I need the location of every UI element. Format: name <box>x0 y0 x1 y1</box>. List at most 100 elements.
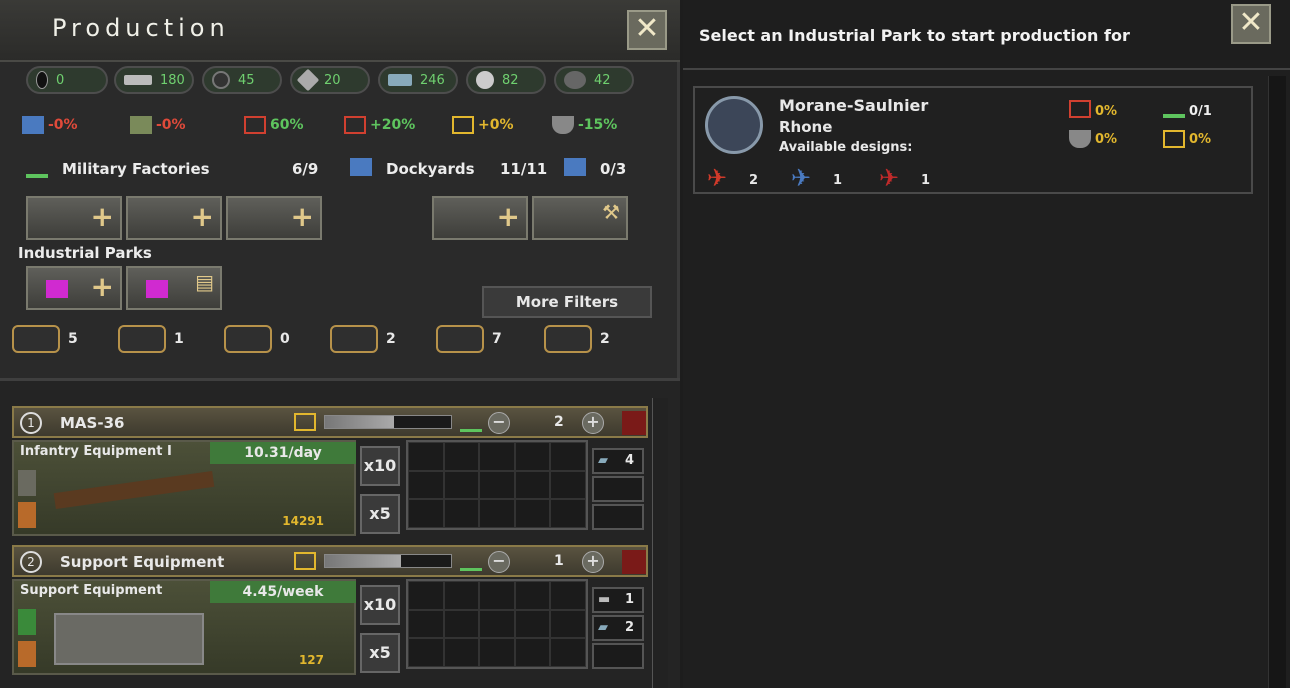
dockyard-output-stat: -0% <box>22 116 78 134</box>
factory-efficiency-icon <box>294 552 316 570</box>
add-infantry-production-button[interactable]: + <box>26 196 122 240</box>
panel-title: Production <box>52 14 230 42</box>
queue-item: 2 Support Equipment − 1 + Support Equipm… <box>12 545 648 679</box>
remove-factory-button[interactable]: − <box>488 551 510 573</box>
move-down-button[interactable] <box>18 502 36 528</box>
resource-oil: 0 <box>26 66 108 94</box>
x10-button[interactable]: x10 <box>360 446 400 486</box>
infantry-category-icon <box>12 325 60 353</box>
queue-item-header: 1 MAS-36 − 2 + <box>12 406 648 438</box>
queue-index: 1 <box>20 412 42 434</box>
naval-repair-button[interactable]: ⚒ <box>532 196 628 240</box>
aluminium-icon <box>124 75 152 85</box>
industrial-park-icon <box>46 280 68 298</box>
fighter-red2-icon: ✈ <box>879 164 900 192</box>
move-down-button[interactable] <box>18 641 36 667</box>
add-armor-production-button[interactable]: + <box>126 196 222 240</box>
add-naval-production-button[interactable]: + <box>432 196 528 240</box>
x10-button[interactable]: x10 <box>360 585 400 625</box>
tungsten-icon <box>296 68 320 92</box>
fighter-blue-icon: ✈ <box>791 164 812 192</box>
remove-factory-button[interactable]: − <box>488 412 510 434</box>
move-up-button[interactable] <box>18 609 36 635</box>
military-factory-icon <box>1163 100 1185 118</box>
resource-aluminium: 180 <box>114 66 194 94</box>
resource-cost: ▰ 4 <box>592 448 644 474</box>
equipment-name: Infantry Equipment I <box>20 444 172 459</box>
fighter-red-icon: ✈ <box>707 164 728 192</box>
company-location: Rhone <box>779 118 833 136</box>
add-factory-button[interactable]: + <box>582 412 604 434</box>
industrial-park-list-button[interactable]: ▤ <box>126 266 222 310</box>
add-factory-button[interactable]: + <box>582 551 604 573</box>
military-factory-icon <box>460 553 482 571</box>
steel-icon: ▰ <box>598 620 608 635</box>
add-air-production-button[interactable]: + <box>226 196 322 240</box>
queue-index: 2 <box>20 551 42 573</box>
category-infantry[interactable]: 5 <box>12 325 78 353</box>
design-count: ✈ 1 <box>791 164 843 192</box>
factory-efficiency-icon <box>294 413 316 431</box>
panel-title: Select an Industrial Park to start produ… <box>699 26 1130 45</box>
factory-efficiency-icon <box>1069 100 1091 118</box>
category-air[interactable]: 0 <box>224 325 290 353</box>
factory-grid <box>406 579 588 669</box>
resource-slot-empty <box>592 476 644 502</box>
category-naval-air[interactable]: 2 <box>330 325 396 353</box>
park-list-scrollbar[interactable] <box>1268 76 1286 688</box>
resource-usage-icon <box>1069 130 1091 148</box>
naval-air-category-icon <box>330 325 378 353</box>
chromium-icon <box>476 71 494 89</box>
efficiency-bar-fill <box>325 416 395 428</box>
close-production-button[interactable]: ✕ <box>627 10 667 50</box>
retention-stat: 0% <box>1189 132 1212 147</box>
category-train[interactable]: 2 <box>544 325 610 353</box>
document-icon: ▤ <box>195 270 214 294</box>
efficiency-retention-stat: +0% <box>452 116 514 134</box>
rifle-image <box>53 470 215 510</box>
resource-tungsten: 20 <box>290 66 370 94</box>
category-armor[interactable]: 1 <box>118 325 184 353</box>
close-park-select-button[interactable]: ✕ <box>1231 4 1271 44</box>
queue-item-body: Support Equipment 4.45/week 127 <box>12 579 356 675</box>
resource-cost: ▬ 1 <box>592 587 644 613</box>
x5-button[interactable]: x5 <box>360 494 400 534</box>
queue-item-name: MAS-36 <box>60 414 125 432</box>
steel-icon: ▰ <box>598 453 608 468</box>
move-up-button[interactable] <box>18 470 36 496</box>
stockpile-count: 14291 <box>282 514 324 528</box>
plus-icon: + <box>496 200 520 233</box>
efficiency-retention-icon <box>1163 130 1185 148</box>
dockyards-label: Dockyards <box>386 160 475 178</box>
equipment-name: Support Equipment <box>20 583 163 598</box>
industrial-park-entry[interactable]: Morane-Saulnier Rhone Available designs:… <box>693 86 1253 194</box>
efficiency-growth-stat: +20% <box>344 116 415 134</box>
production-rate: 4.45/week <box>210 581 356 603</box>
delete-icon[interactable] <box>622 411 646 435</box>
factory-grid <box>406 440 588 530</box>
production-panel: Production ✕ 0 180 45 20 246 82 42 -0% -… <box>0 0 680 688</box>
add-industrial-park-production-button[interactable]: + <box>26 266 122 310</box>
resource-usage-icon <box>552 116 574 134</box>
plus-icon: + <box>290 200 314 233</box>
queue-scrollbar[interactable] <box>652 398 668 688</box>
oil-icon <box>36 71 48 89</box>
company-logo <box>705 96 763 154</box>
delete-icon[interactable] <box>622 550 646 574</box>
x5-button[interactable]: x5 <box>360 633 400 673</box>
factory-efficiency-icon <box>244 116 266 134</box>
category-naval[interactable]: 7 <box>436 325 502 353</box>
armor-category-icon <box>118 325 166 353</box>
military-factory-icon <box>460 414 482 432</box>
military-factories-value: 6/9 <box>292 160 319 178</box>
support-output-stat: -0% <box>130 116 186 134</box>
factories-stat: 0/1 <box>1189 104 1212 119</box>
more-filters-button[interactable]: More Filters <box>482 286 652 318</box>
naval-category-icon <box>436 325 484 353</box>
available-designs-label: Available designs: <box>779 140 913 155</box>
resource-fuel: 42 <box>554 66 634 94</box>
train-category-icon <box>544 325 592 353</box>
design-count: ✈ 2 <box>707 164 759 192</box>
plus-icon: + <box>190 200 214 233</box>
efficiency-bar <box>324 554 452 568</box>
